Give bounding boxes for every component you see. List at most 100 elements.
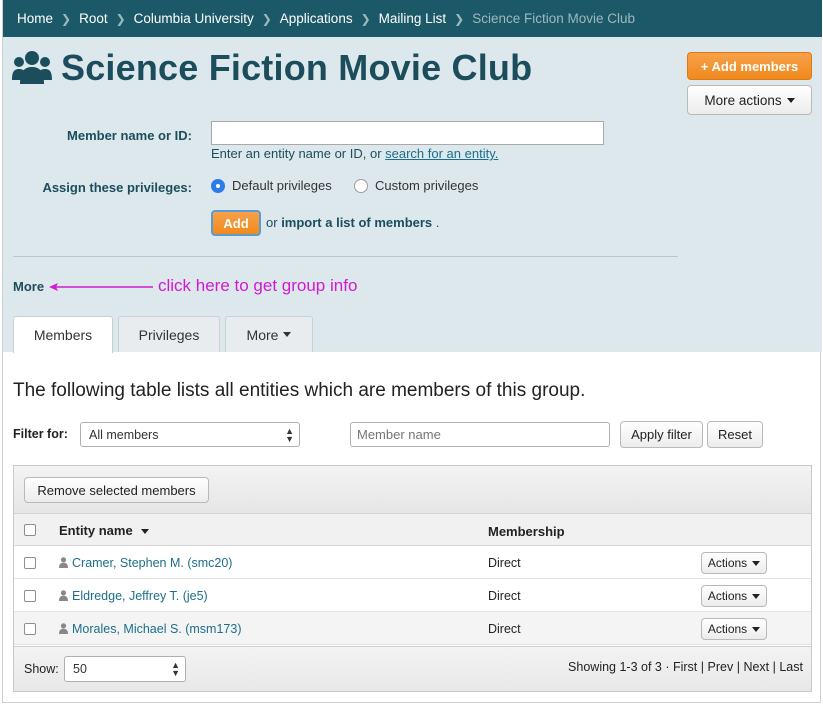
breadcrumb: Home ❯ Root ❯ Columbia University ❯ Appl… — [3, 0, 822, 37]
person-icon — [59, 590, 68, 601]
members-intro: The following table lists all entities w… — [13, 380, 586, 401]
page-size-select[interactable]: 50 ▲ ▼ — [64, 656, 186, 682]
membership-cell: Direct — [488, 622, 521, 636]
filter-select[interactable]: All members ▲ ▼ — [80, 422, 300, 447]
member-help-text: Enter an entity name or ID, or search fo… — [211, 146, 498, 161]
divider — [13, 256, 678, 257]
breadcrumb-home[interactable]: Home — [17, 11, 53, 26]
membership-header: Membership — [488, 524, 565, 539]
caret-down-icon — [283, 332, 292, 337]
tab-more[interactable]: More — [225, 316, 313, 352]
tab-members[interactable]: Members — [13, 316, 113, 353]
table-footer: Show: 50 ▲ ▼ Showing 1-3 of 3 · First | P… — [14, 646, 811, 691]
chevron-right-icon: ❯ — [360, 11, 371, 26]
page-frame: Home ❯ Root ❯ Columbia University ❯ Appl… — [2, 0, 822, 703]
custom-privileges-option[interactable]: Custom privileges — [354, 178, 478, 193]
member-cell: Eldredge, Jeffrey T. (je5) — [59, 589, 208, 603]
custom-privileges-radio[interactable] — [354, 178, 368, 193]
first-page-link[interactable]: First — [673, 660, 697, 674]
remove-selected-button[interactable]: Remove selected members — [24, 477, 209, 503]
default-privileges-option[interactable]: Default privileges — [211, 178, 332, 193]
breadcrumb-applications[interactable]: Applications — [280, 11, 353, 26]
row-checkbox[interactable] — [24, 623, 36, 635]
more-actions-button[interactable]: More actions — [687, 85, 812, 115]
member-name-input[interactable] — [211, 121, 604, 145]
import-line: or import a list of members . — [266, 215, 439, 230]
row-actions-button[interactable]: Actions — [701, 618, 767, 640]
member-name-label: Member name or ID: — [67, 128, 192, 143]
chevron-right-icon: ❯ — [261, 11, 272, 26]
caret-down-icon — [752, 560, 761, 566]
membership-cell: Direct — [488, 556, 521, 570]
breadcrumb-root[interactable]: Root — [79, 11, 108, 26]
or-text: or — [266, 215, 278, 230]
default-privileges-label: Default privileges — [232, 178, 332, 193]
more-info-link[interactable]: More — [13, 279, 44, 294]
row-actions-button[interactable]: Actions — [701, 552, 767, 574]
search-entity-link[interactable]: search for an entity. — [385, 146, 498, 161]
showing-count: Showing 1-3 of 3 · — [568, 660, 670, 674]
filter-label: Filter for: — [13, 427, 68, 441]
add-members-button[interactable]: + Add members — [687, 52, 812, 80]
show-label: Show: — [24, 662, 59, 676]
paging-separator: | — [700, 660, 705, 674]
member-cell: Morales, Michael S. (msm173) — [59, 622, 242, 636]
table-row: Morales, Michael S. (msm173) Direct Acti… — [14, 612, 811, 645]
select-arrows-icon: ▲ ▼ — [171, 660, 180, 678]
group-header: Science Fiction Movie Club + Add members… — [3, 37, 822, 353]
table-header: Entity name Membership — [14, 514, 811, 546]
pagination: Showing 1-3 of 3 · First | Prev | Next |… — [568, 660, 803, 674]
caret-down-icon — [786, 97, 795, 103]
table-row: Eldredge, Jeffrey T. (je5) Direct Action… — [14, 579, 811, 612]
paging-separator: | — [772, 660, 776, 674]
filter-selected: All members — [89, 427, 159, 442]
last-page-link[interactable]: Last — [779, 660, 803, 674]
annotation-arrow-icon — [49, 283, 153, 291]
row-checkbox[interactable] — [24, 557, 36, 569]
chevron-right-icon: ❯ — [115, 11, 126, 26]
entity-name-header-label: Entity name — [59, 523, 133, 538]
page-size-value: 50 — [73, 662, 87, 676]
annotation-text: click here to get group info — [158, 276, 358, 295]
help-prefix: Enter an entity name or ID, or — [211, 146, 386, 161]
member-name-filter-input[interactable] — [350, 422, 610, 447]
membership-cell: Direct — [488, 589, 521, 603]
caret-down-icon — [752, 626, 761, 632]
next-page-link[interactable]: Next — [743, 660, 769, 674]
member-link[interactable]: Cramer, Stephen M. (smc20) — [72, 556, 232, 570]
row-actions-label: Actions — [707, 622, 748, 636]
import-members-link[interactable]: import a list of members — [281, 215, 432, 230]
custom-privileges-label: Custom privileges — [375, 178, 479, 193]
users-group-icon — [12, 51, 52, 84]
person-icon — [59, 557, 68, 568]
privileges-label: Assign these privileges: — [42, 180, 192, 195]
sort-caret-icon — [141, 529, 150, 535]
prev-page-link[interactable]: Prev — [708, 660, 734, 674]
select-arrows-icon: ▲ ▼ — [285, 425, 294, 444]
paging-separator: | — [736, 660, 740, 674]
members-table: Remove selected members Entity name Memb… — [13, 465, 812, 692]
entity-name-header[interactable]: Entity name — [59, 523, 150, 538]
tab-privileges[interactable]: Privileges — [118, 316, 220, 352]
import-suffix: . — [435, 215, 440, 230]
member-link[interactable]: Eldredge, Jeffrey T. (je5) — [72, 589, 208, 603]
select-all-checkbox[interactable] — [24, 524, 36, 536]
add-button[interactable]: Add — [211, 210, 261, 236]
row-actions-label: Actions — [707, 589, 748, 603]
reset-button[interactable]: Reset — [707, 421, 763, 448]
row-actions-button[interactable]: Actions — [701, 585, 767, 607]
page-title: Science Fiction Movie Club — [61, 47, 533, 88]
chevron-right-icon: ❯ — [454, 11, 465, 26]
member-link[interactable]: Morales, Michael S. (msm173) — [72, 622, 242, 636]
tab-bar: Members Privileges More — [13, 316, 318, 353]
apply-filter-button[interactable]: Apply filter — [620, 421, 703, 448]
breadcrumb-current: Science Fiction Movie Club — [472, 11, 636, 26]
tab-more-label: More — [246, 326, 279, 343]
breadcrumb-columbia[interactable]: Columbia University — [134, 11, 254, 26]
default-privileges-radio[interactable] — [211, 178, 225, 193]
chevron-right-icon: ❯ — [61, 11, 72, 26]
table-toolbar: Remove selected members — [14, 466, 811, 514]
more-actions-label: More actions — [704, 92, 782, 108]
row-checkbox[interactable] — [24, 590, 36, 602]
breadcrumb-mailing-list[interactable]: Mailing List — [379, 11, 447, 26]
